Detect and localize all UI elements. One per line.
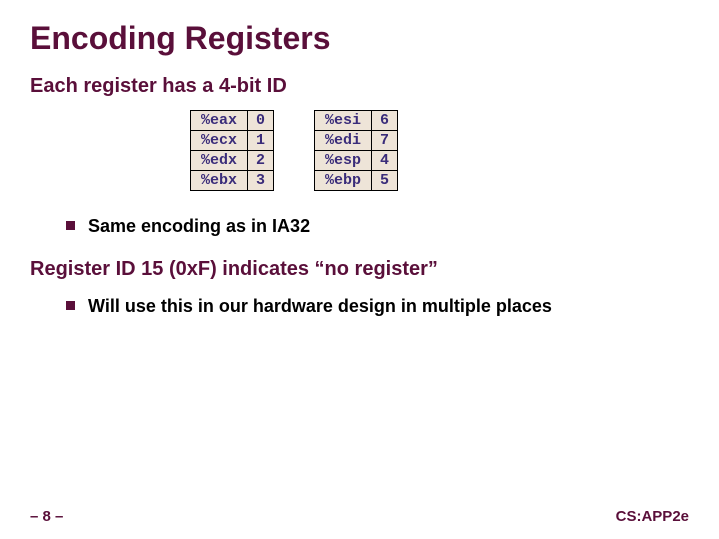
bullet-list-2: Will use this in our hardware design in … xyxy=(66,293,689,320)
subhead-1: Each register has a 4-bit ID xyxy=(30,75,689,98)
bullet-list-1: Same encoding as in IA32 xyxy=(66,213,689,240)
slide: Encoding Registers Each register has a 4… xyxy=(0,0,719,539)
reg-cell: %esp xyxy=(315,151,372,171)
table-row: %ecx 1 xyxy=(191,131,274,151)
reg-cell: %eax xyxy=(191,111,248,131)
course-tag: CS:APP2e xyxy=(616,508,689,525)
reg-cell: %ecx xyxy=(191,131,248,151)
page-title: Encoding Registers xyxy=(30,20,689,57)
reg-cell: %esi xyxy=(315,111,372,131)
table-row: %eax 0 xyxy=(191,111,274,131)
id-cell: 4 xyxy=(372,151,398,171)
table-row: %esp 4 xyxy=(315,151,398,171)
register-table-left: %eax 0 %ecx 1 %edx 2 %ebx 3 xyxy=(190,110,274,191)
id-cell: 7 xyxy=(372,131,398,151)
footer: – 8 – CS:APP2e xyxy=(30,508,689,525)
table-row: %esi 6 xyxy=(315,111,398,131)
table-row: %edi 7 xyxy=(315,131,398,151)
id-cell: 2 xyxy=(248,151,274,171)
id-cell: 5 xyxy=(372,171,398,191)
bullet-item: Same encoding as in IA32 xyxy=(66,213,689,240)
reg-cell: %edx xyxy=(191,151,248,171)
id-cell: 6 xyxy=(372,111,398,131)
table-row: %edx 2 xyxy=(191,151,274,171)
subhead-2: Register ID 15 (0xF) indicates “no regis… xyxy=(30,258,689,281)
page-number: – 8 – xyxy=(30,508,63,525)
id-cell: 0 xyxy=(248,111,274,131)
id-cell: 3 xyxy=(248,171,274,191)
reg-cell: %edi xyxy=(315,131,372,151)
table-row: %ebp 5 xyxy=(315,171,398,191)
reg-cell: %ebx xyxy=(191,171,248,191)
register-tables: %eax 0 %ecx 1 %edx 2 %ebx 3 %esi 6 %edi xyxy=(190,110,689,191)
reg-cell: %ebp xyxy=(315,171,372,191)
register-table-right: %esi 6 %edi 7 %esp 4 %ebp 5 xyxy=(314,110,398,191)
bullet-item: Will use this in our hardware design in … xyxy=(66,293,689,320)
id-cell: 1 xyxy=(248,131,274,151)
table-row: %ebx 3 xyxy=(191,171,274,191)
